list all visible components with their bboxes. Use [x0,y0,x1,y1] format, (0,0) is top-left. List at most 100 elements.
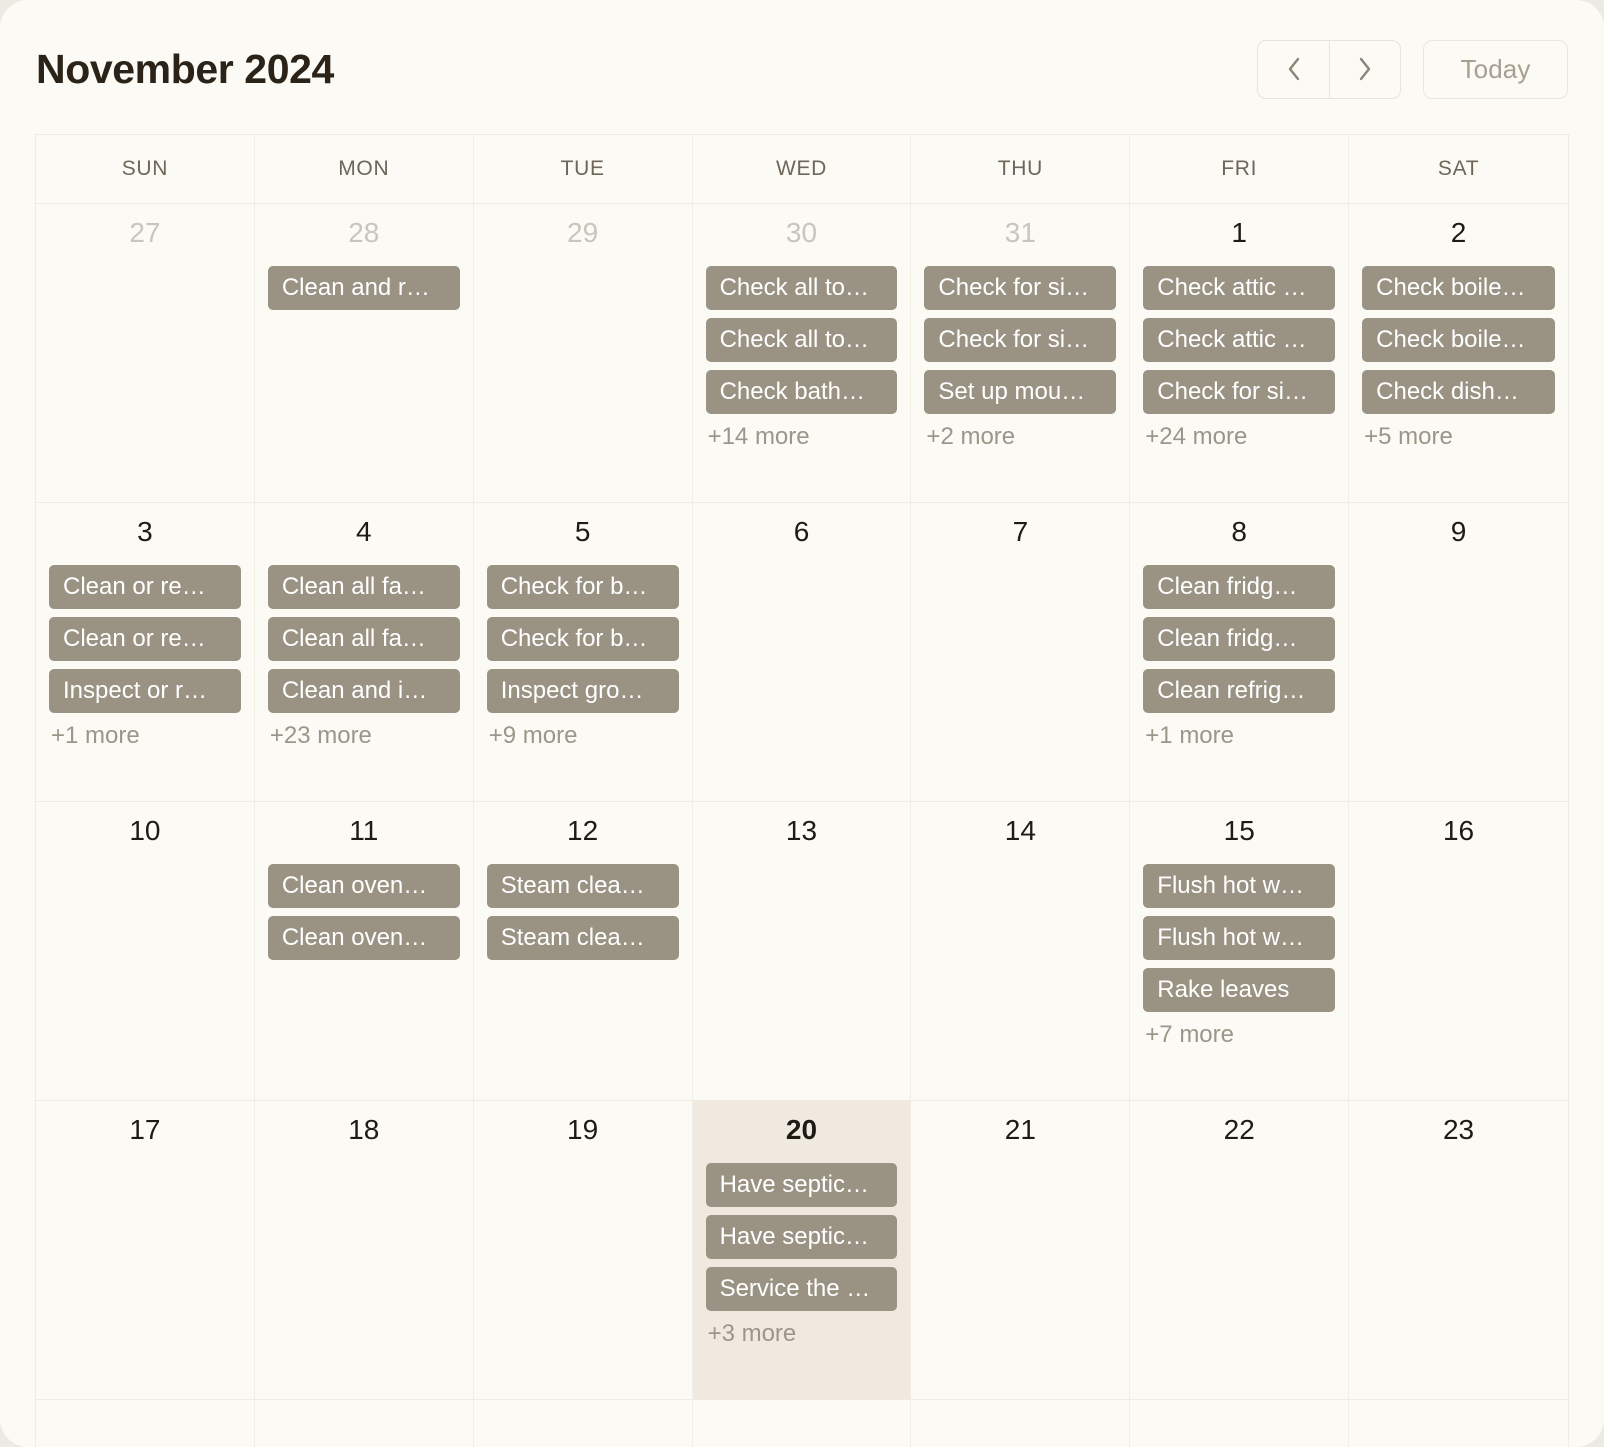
day-cell[interactable]: 6 [693,503,912,801]
event-chip[interactable]: Clean all fa… [267,616,460,661]
day-number: 6 [793,516,810,547]
event-chip[interactable]: Clean and r… [267,265,460,310]
day-cell[interactable] [911,1400,1131,1447]
day-cell[interactable]: 13 [693,802,912,1100]
day-events-list: Clean fridg… Clean fridg… Clean refrig… [1143,564,1336,713]
day-number: 31 [1004,217,1036,248]
day-cell[interactable] [36,1400,255,1447]
day-number: 12 [567,815,599,846]
day-cell[interactable]: 16 [1349,802,1568,1100]
event-chip[interactable]: Check bath… [705,369,898,414]
event-chip[interactable]: Check for b… [486,616,679,661]
event-chip[interactable]: Clean fridg… [1143,616,1336,661]
event-chip[interactable]: Clean or re… [49,616,241,661]
event-chip[interactable]: Flush hot w… [1143,863,1336,908]
day-cell[interactable]: 8 Clean fridg… Clean fridg… Clean refrig… +1… [1130,503,1350,801]
more-events-link[interactable]: +23 more [268,722,460,750]
day-cell[interactable]: 10 [36,802,255,1100]
day-events-list: Clean or re… Clean or re… Inspect or r… [49,564,241,713]
day-number: 19 [567,1114,599,1145]
day-cell[interactable]: 2 Check boile… Check boile… Check dish… +5 m… [1349,204,1568,502]
event-chip[interactable]: Check for si… [924,265,1117,310]
day-events-list: Clean oven… Clean oven… [267,863,460,960]
more-events-link[interactable]: +9 more [487,722,679,750]
event-chip[interactable]: Flush hot w… [1143,915,1336,960]
event-chip[interactable]: Have septic… [705,1162,898,1207]
weekday-label-sat: SAT [1437,157,1480,180]
day-cell[interactable]: 4 Clean all fa… Clean all fa… Clean and i… +… [255,503,474,801]
day-number: 14 [1004,815,1036,846]
event-chip[interactable]: Steam clea… [486,863,679,908]
event-chip[interactable]: Clean all fa… [267,564,460,609]
event-chip[interactable]: Set up mou… [924,369,1117,414]
event-chip[interactable]: Clean or re… [49,564,241,609]
day-cell[interactable]: 7 [911,503,1131,801]
more-events-link[interactable]: +3 more [706,1320,898,1348]
day-cell[interactable] [693,1400,912,1447]
day-cell[interactable]: 1 Check attic … Check attic … Check for si…… [1130,204,1350,502]
day-cell[interactable]: 20 Have septic… Have septic… Service the … +… [692,1101,912,1399]
event-chip[interactable]: Check attic … [1143,317,1336,362]
more-events-link[interactable]: +14 more [706,423,898,451]
next-month-button[interactable] [1329,40,1400,98]
day-cell[interactable]: 11 Clean oven… Clean oven… [255,802,474,1100]
event-chip[interactable]: Check all to… [705,317,898,362]
day-cell[interactable]: 19 [474,1101,693,1399]
event-chip[interactable]: Check for si… [1143,369,1336,414]
day-number: 27 [129,217,161,248]
event-chip[interactable]: Clean oven… [267,863,460,908]
more-events-link[interactable]: +2 more [924,423,1116,451]
event-chip[interactable]: Rake leaves [1143,967,1336,1012]
more-events-link[interactable]: +24 more [1143,423,1335,451]
event-chip[interactable]: Clean oven… [267,915,460,960]
day-cell[interactable]: 5 Check for b… Check for b… Inspect gro… +9 … [474,503,693,801]
day-cell[interactable]: 28 Clean and r… [255,204,474,502]
event-chip[interactable]: Clean refrig… [1143,668,1336,713]
day-cell[interactable]: 14 [911,802,1131,1100]
event-chip[interactable]: Check boile… [1362,317,1555,362]
event-chip[interactable]: Check all to… [705,265,898,310]
event-chip[interactable]: Clean fridg… [1143,564,1336,609]
day-cell[interactable]: 3 Clean or re… Clean or re… Inspect or r… +1… [36,503,255,801]
calendar-week-row: 27 28 Clean and r… 29 30 Check all to… Check a… [36,204,1568,503]
event-chip[interactable]: Steam clea… [486,915,679,960]
day-cell[interactable]: 22 [1130,1101,1350,1399]
day-cell[interactable]: 12 Steam clea… Steam clea… [474,802,693,1100]
day-number: 17 [129,1114,161,1145]
day-cell[interactable]: 21 [911,1101,1131,1399]
day-number: 8 [1231,516,1247,547]
event-chip[interactable]: Check for si… [924,317,1117,362]
day-cell[interactable]: 31 Check for si… Check for si… Set up mou… +… [911,204,1131,502]
chevron-left-icon [1286,56,1302,82]
prev-month-button[interactable] [1258,41,1329,98]
day-cell[interactable]: 15 Flush hot w… Flush hot w… Rake leaves +7 … [1130,802,1350,1100]
more-events-link[interactable]: +7 more [1143,1021,1335,1049]
more-events-link[interactable]: +1 more [1143,722,1335,750]
day-cell[interactable]: 29 [474,204,693,502]
event-chip[interactable]: Inspect gro… [486,668,679,713]
day-cell[interactable]: 9 [1349,503,1568,801]
event-chip[interactable]: Check for b… [486,564,679,609]
day-cell[interactable]: 23 [1349,1101,1568,1399]
more-events-link[interactable]: +5 more [1362,423,1555,451]
day-cell[interactable]: 27 [36,204,255,502]
day-cell[interactable]: 30 Check all to… Check all to… Check bath… +… [693,204,912,502]
event-chip[interactable]: Check boile… [1362,265,1555,310]
day-cell[interactable] [255,1400,474,1447]
month-nav-group [1257,39,1401,99]
event-chip[interactable]: Inspect or r… [49,668,241,713]
day-number: 1 [1231,217,1247,248]
day-cell[interactable] [1349,1400,1568,1447]
day-cell[interactable]: 18 [255,1101,474,1399]
event-chip[interactable]: Check attic … [1143,265,1336,310]
day-cell[interactable]: 17 [36,1101,255,1399]
day-cell[interactable] [474,1400,693,1447]
event-chip[interactable]: Check dish… [1362,369,1555,414]
event-chip[interactable]: Clean and i… [267,668,460,713]
event-chip[interactable]: Have septic… [705,1214,898,1259]
event-chip[interactable]: Service the … [705,1266,898,1311]
day-number: 21 [1004,1114,1036,1145]
day-cell[interactable] [1130,1400,1350,1447]
today-button[interactable]: Today [1423,39,1568,99]
more-events-link[interactable]: +1 more [49,722,241,750]
